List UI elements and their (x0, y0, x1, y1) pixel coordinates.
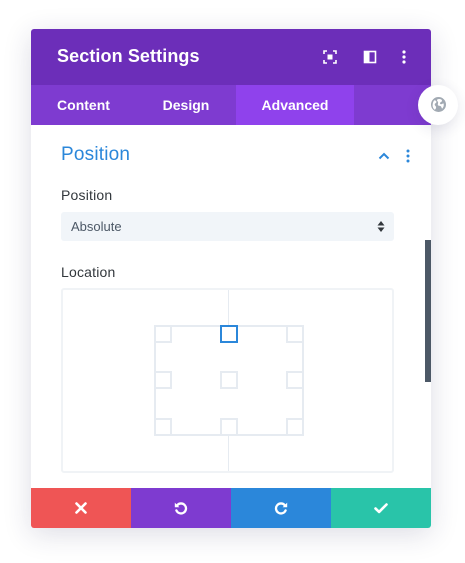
location-grid (154, 325, 304, 436)
globe-icon (431, 97, 446, 112)
location-bottom-right[interactable] (286, 418, 304, 436)
location-center[interactable] (220, 371, 238, 389)
cancel-button[interactable] (31, 488, 131, 528)
globe-button[interactable] (418, 85, 458, 125)
tab-bar: Content Design Advanced (31, 85, 431, 125)
redo-icon (274, 502, 288, 515)
close-icon (75, 502, 87, 514)
location-top-left[interactable] (154, 325, 172, 343)
position-label: Position (61, 187, 113, 203)
location-center-left[interactable] (154, 371, 172, 389)
location-bottom-left[interactable] (154, 418, 172, 436)
tab-content[interactable]: Content (31, 85, 136, 125)
location-bottom-center[interactable] (220, 418, 238, 436)
undo-button[interactable] (131, 488, 231, 528)
location-picker (61, 288, 394, 473)
modal-title: Section Settings (57, 46, 200, 66)
chevron-up-icon[interactable] (378, 151, 390, 161)
redo-button[interactable] (231, 488, 331, 528)
select-arrows-icon (377, 220, 385, 233)
more-options-icon[interactable] (396, 49, 412, 65)
save-button[interactable] (331, 488, 431, 528)
scrollbar-thumb[interactable] (425, 240, 431, 382)
position-select[interactable]: Absolute (61, 212, 394, 241)
tab-design[interactable]: Design (136, 85, 236, 125)
location-top-center[interactable] (220, 325, 238, 343)
expand-icon[interactable] (322, 49, 338, 65)
location-center-right[interactable] (286, 371, 304, 389)
location-label: Location (61, 264, 116, 280)
section-more-icon[interactable] (405, 149, 411, 163)
section-title: Position (61, 144, 131, 165)
modal-header: Section Settings (31, 29, 431, 85)
section-settings-modal: Section Settings Content Design Advanced… (31, 29, 431, 528)
check-icon (374, 503, 388, 514)
position-select-value: Absolute (71, 219, 122, 234)
settings-body: Position Position Absolute Location (31, 125, 431, 488)
split-view-icon[interactable] (362, 49, 378, 65)
modal-footer (31, 488, 431, 528)
tab-advanced[interactable]: Advanced (236, 85, 354, 125)
location-top-right[interactable] (286, 325, 304, 343)
undo-icon (174, 502, 188, 515)
